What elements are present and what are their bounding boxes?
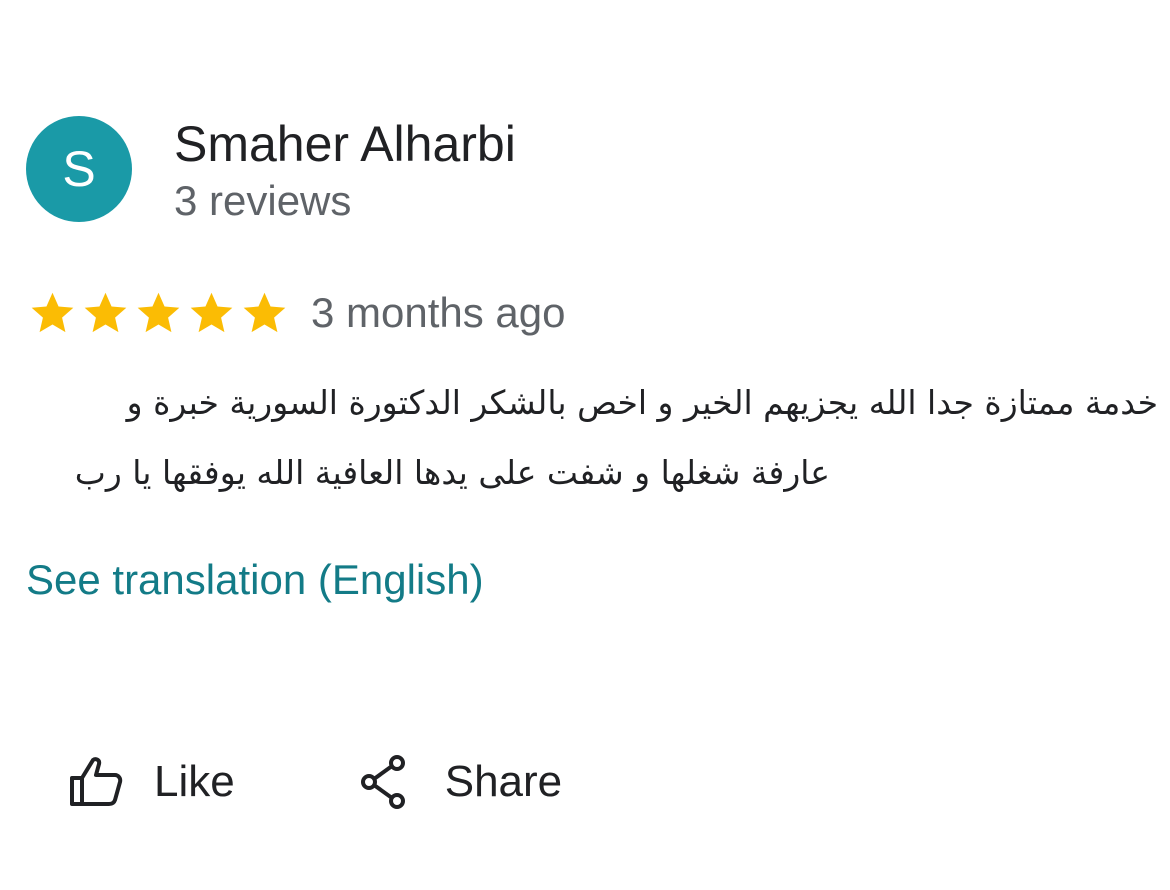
avatar-initial: S [62, 141, 96, 197]
share-button[interactable]: Share [359, 752, 562, 812]
star-icon [137, 292, 180, 333]
rating-row: 3 months ago [26, 288, 566, 338]
reviewer-name[interactable]: Smaher Alharbi [174, 116, 516, 172]
like-label: Like [154, 757, 235, 806]
thumbs-up-icon [70, 757, 123, 806]
share-label: Share [444, 757, 563, 806]
review-card: S Smaher Alharbi 3 reviews 3 months ago … [0, 0, 1170, 890]
star-icon [31, 292, 74, 333]
review-text: خدمة ممتازة جدا الله يجزيهم الخير و اخص … [22, 368, 1158, 508]
see-translation-link[interactable]: See translation (English) [26, 552, 484, 608]
like-button[interactable]: Like [68, 752, 235, 812]
avatar[interactable]: S [26, 116, 132, 222]
review-header: S Smaher Alharbi 3 reviews [26, 116, 516, 226]
review-time: 3 months ago [311, 289, 566, 336]
share-icon [360, 755, 405, 809]
star-icon [190, 292, 233, 333]
review-actions: Like Share [68, 752, 562, 812]
star-rating [26, 288, 291, 338]
star-icon [84, 292, 127, 333]
author-info: Smaher Alharbi 3 reviews [174, 116, 516, 226]
star-icon [243, 292, 286, 333]
review-text-line-1: خدمة ممتازة جدا الله يجزيهم الخير و اخص … [126, 383, 1158, 422]
review-text-line-2: عارفة شغلها و شفت على يدها العافية الله … [74, 453, 830, 492]
review-count: 3 reviews [174, 177, 352, 224]
